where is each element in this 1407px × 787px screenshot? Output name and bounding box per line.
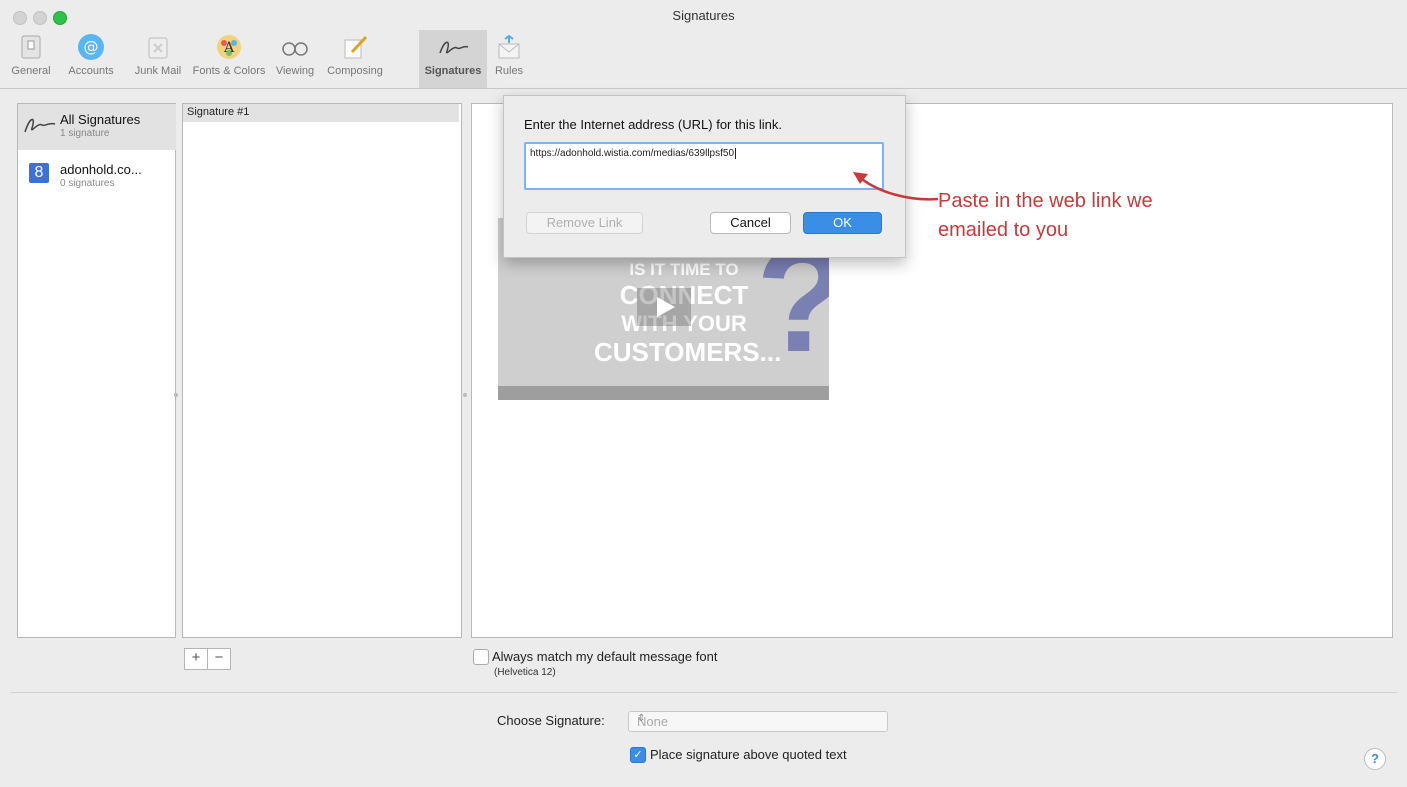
- match-font-sub: (Helvetica 12): [494, 667, 556, 678]
- signature-icon: [437, 32, 469, 62]
- dialog-prompt: Enter the Internet address (URL) for thi…: [524, 117, 782, 132]
- tab-viewing[interactable]: Viewing: [268, 30, 322, 88]
- tab-accounts[interactable]: @ Accounts: [58, 30, 124, 88]
- account-name: All Signatures: [60, 112, 141, 127]
- signature-icon: [22, 112, 58, 143]
- junk-trash-icon: [142, 32, 174, 62]
- signatures-list: Signature #1: [182, 103, 462, 638]
- rules-envelope-icon: [493, 32, 525, 62]
- svg-text:A: A: [223, 40, 235, 56]
- match-font-checkbox[interactable]: [473, 649, 489, 665]
- place-above-checkbox[interactable]: ✓: [630, 747, 646, 763]
- resize-grip[interactable]: [174, 393, 178, 397]
- annotation-text: Paste in the web link we emailed to you: [938, 190, 1153, 241]
- annotation-arrow-icon: [853, 172, 939, 201]
- place-above-label: Place signature above quoted text: [650, 747, 847, 762]
- remove-link-button[interactable]: Remove Link: [526, 212, 643, 234]
- tab-fonts-colors[interactable]: A Fonts & Colors: [190, 30, 268, 88]
- tab-signatures[interactable]: Signatures: [419, 30, 487, 88]
- svg-text:@: @: [84, 38, 99, 56]
- video-control-bar[interactable]: [498, 386, 829, 400]
- account-count: 1 signature: [60, 128, 110, 139]
- at-sign-icon: @: [75, 32, 107, 62]
- link-url-dialog: Enter the Internet address (URL) for thi…: [503, 95, 906, 258]
- pencil-icon: [339, 32, 371, 62]
- preferences-toolbar: General @ Accounts Junk Mail A Fonts & C…: [0, 30, 1407, 89]
- google-icon: 8: [29, 163, 49, 183]
- ok-button[interactable]: OK: [803, 212, 882, 234]
- remove-signature-button[interactable]: −: [207, 648, 231, 670]
- url-input[interactable]: https://adonhold.wistia.com/medias/639ll…: [524, 142, 884, 190]
- window-title: Signatures: [672, 8, 735, 23]
- url-value: https://adonhold.wistia.com/medias/639ll…: [530, 148, 737, 159]
- divider: [10, 692, 1397, 693]
- tab-composing[interactable]: Composing: [322, 30, 388, 88]
- signature-name: Signature #1: [187, 106, 250, 118]
- updown-chevron-icon: ⇕: [637, 713, 646, 724]
- account-all-signatures[interactable]: All Signatures 1 signature: [18, 104, 176, 150]
- title-bar: Signatures: [0, 0, 1407, 30]
- choose-signature-label: Choose Signature:: [497, 713, 605, 728]
- resize-grip[interactable]: [463, 393, 467, 397]
- list-item[interactable]: Signature #1: [183, 104, 459, 122]
- account-google[interactable]: 8 adonhold.co... 0 signatures: [18, 154, 176, 200]
- choose-signature-select[interactable]: None ⇕: [628, 711, 888, 732]
- general-switch-icon: [15, 32, 47, 62]
- add-signature-button[interactable]: +: [184, 648, 208, 670]
- tab-rules[interactable]: Rules: [487, 30, 531, 88]
- cancel-button[interactable]: Cancel: [710, 212, 791, 234]
- help-button[interactable]: ?: [1364, 748, 1386, 770]
- account-name: adonhold.co...: [60, 162, 142, 177]
- tab-general[interactable]: General: [2, 30, 60, 88]
- account-count: 0 signatures: [60, 178, 115, 189]
- font-palette-icon: A: [213, 32, 245, 62]
- match-font-label: Always match my default message font: [492, 649, 718, 664]
- accounts-list: All Signatures 1 signature 8 adonhold.co…: [17, 103, 176, 638]
- tab-junk-mail[interactable]: Junk Mail: [126, 30, 190, 88]
- glasses-icon: [279, 32, 311, 62]
- play-icon[interactable]: [637, 288, 691, 326]
